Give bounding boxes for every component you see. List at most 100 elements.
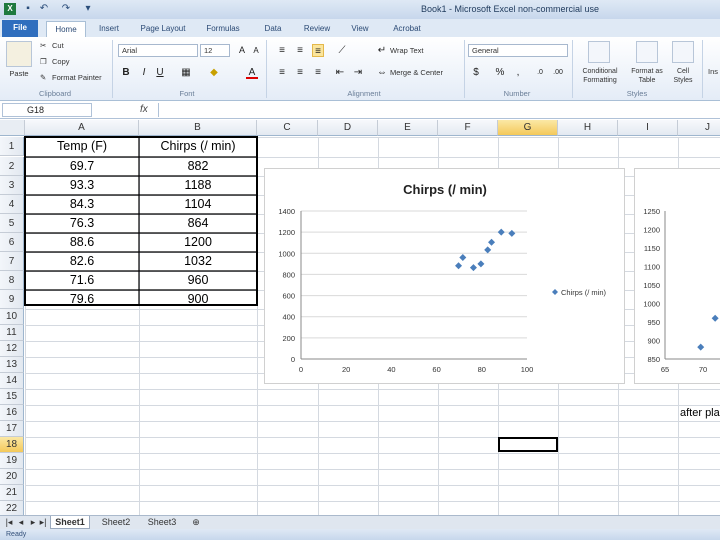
tab-formulas[interactable]: Formulas	[198, 21, 248, 37]
cell-styles-icon[interactable]	[672, 41, 694, 63]
sheet-tabs-bar: |◂ ◂ ▸ ▸| Sheet1 Sheet2 Sheet3 ⊕	[0, 515, 720, 529]
currency-icon[interactable]: $	[470, 66, 482, 79]
comma-style-icon[interactable]: ,	[512, 66, 524, 79]
sheet-tab-2[interactable]: Sheet2	[96, 516, 136, 529]
selected-cell[interactable]	[498, 437, 558, 452]
merge-center-icon[interactable]: ⇔	[376, 66, 388, 79]
insert-button[interactable]: Ins	[708, 67, 718, 76]
data-point	[711, 314, 719, 322]
shrink-font-icon[interactable]: A	[250, 44, 262, 57]
ribbon-separator	[572, 40, 573, 98]
align-left-icon[interactable]: ≡	[276, 66, 288, 79]
tab-insert[interactable]: Insert	[92, 21, 126, 37]
copy-button[interactable]: Copy	[52, 57, 70, 66]
borders-icon[interactable]: ▦	[180, 66, 192, 79]
y-tick-label: 0	[291, 355, 295, 364]
number-format-combo[interactable]: General	[468, 44, 568, 57]
format-as-table-icon[interactable]	[636, 41, 658, 63]
y-tick-label: 1000	[278, 249, 295, 258]
sheet-tab-1[interactable]: Sheet1	[50, 516, 90, 529]
x-tick-label: 100	[521, 365, 534, 374]
align-top-icon[interactable]: ≡	[276, 44, 288, 57]
formula-input[interactable]	[158, 103, 718, 117]
y-tick-label: 1400	[278, 207, 295, 216]
y-tick-label: 1200	[643, 226, 660, 235]
format-painter-icon[interactable]: ✎	[40, 73, 46, 82]
data-point	[459, 254, 467, 262]
align-middle-icon[interactable]: ≡	[294, 44, 306, 57]
first-sheet-icon[interactable]: |◂	[4, 516, 14, 529]
tab-acrobat[interactable]: Acrobat	[384, 21, 430, 37]
wrap-text-icon[interactable]: ↵	[376, 44, 388, 57]
data-point	[477, 260, 485, 268]
chirps-scatter-chart[interactable]: Chirps (/ min) 0 200 400 600 800 1000 1200 1400 0…	[264, 168, 625, 384]
tab-file[interactable]: File	[2, 20, 38, 37]
y-tick-label: 1150	[644, 244, 660, 253]
status-bar: Ready	[0, 529, 720, 540]
tab-page-layout[interactable]: Page Layout	[132, 21, 194, 37]
ribbon-separator	[702, 40, 703, 98]
align-center-icon[interactable]: ≡	[294, 66, 306, 79]
chart-title: Chirps (/ min)	[403, 182, 487, 197]
zoomed-scatter-chart[interactable]: 850 900 950 1000 1050 1100 1150 1200 1250 65 70	[634, 168, 720, 384]
conditional-formatting-icon[interactable]	[588, 41, 610, 63]
last-sheet-icon[interactable]: ▸|	[38, 516, 48, 529]
decrease-decimal-icon[interactable]: .00	[552, 66, 564, 79]
x-tick-label: 40	[387, 365, 395, 374]
font-size-combo[interactable]: 12	[200, 44, 230, 57]
name-box[interactable]: G18	[2, 103, 92, 117]
ribbon-tabs: File Home Insert Page Layout Formulas Da…	[0, 19, 720, 37]
font-group-label: Font	[179, 89, 195, 98]
paste-icon[interactable]	[6, 41, 32, 67]
orientation-icon[interactable]: ⟋	[336, 44, 348, 57]
align-right-icon[interactable]: ≡	[312, 66, 324, 79]
y-tick-label: 800	[282, 270, 295, 279]
x-tick-label: 20	[342, 365, 350, 374]
underline-icon[interactable]: U	[154, 66, 166, 79]
italic-icon[interactable]: I	[138, 66, 150, 79]
tab-data[interactable]: Data	[256, 21, 290, 37]
fill-color-icon[interactable]: ◆	[208, 66, 220, 79]
data-point	[552, 289, 558, 295]
font-color-icon[interactable]: A	[246, 66, 258, 79]
y-tick-label: 600	[282, 292, 295, 301]
format-as-table-button[interactable]: Format as Table	[628, 67, 666, 85]
y-tick-label: 1200	[278, 228, 295, 237]
x-tick-label: 65	[661, 365, 669, 374]
x-tick-label: 80	[478, 365, 486, 374]
y-tick-label: 1000	[643, 300, 660, 309]
next-sheet-icon[interactable]: ▸	[28, 516, 38, 529]
side-note-text: after pla	[680, 407, 720, 419]
sheet-tab-3[interactable]: Sheet3	[142, 516, 182, 529]
increase-decimal-icon[interactable]: .0	[534, 66, 546, 79]
worksheet-grid[interactable]: ABCDEFGHIJ 1 2 3 4 5 6 7 8 9 10 11 12 13 14 15 16 17 18 19…	[0, 120, 720, 533]
cut-button[interactable]: Cut	[52, 41, 64, 50]
cell-styles-button[interactable]: Cell Styles	[668, 67, 698, 85]
conditional-formatting-button[interactable]: Conditional Formatting	[574, 67, 626, 85]
decrease-indent-icon[interactable]: ⇤	[334, 66, 346, 79]
align-bottom-icon[interactable]: ≡	[312, 44, 324, 57]
cut-icon[interactable]: ✂	[40, 41, 46, 50]
percent-icon[interactable]: %	[494, 66, 506, 79]
data-point	[497, 228, 505, 236]
prev-sheet-icon[interactable]: ◂	[16, 516, 26, 529]
tab-home[interactable]: Home	[46, 21, 86, 37]
title-bar: X ▪ ↶ ↷ ▾ Book1 - Microsoft Excel non-co…	[0, 0, 720, 19]
insert-sheet-icon[interactable]: ⊕	[188, 516, 204, 529]
copy-icon[interactable]: ❐	[40, 57, 47, 66]
insert-function-icon[interactable]: fx	[140, 104, 148, 115]
grow-font-icon[interactable]: A	[236, 44, 248, 57]
alignment-group-label: Alignment	[347, 89, 381, 98]
data-point	[508, 229, 516, 237]
tab-view[interactable]: View	[344, 21, 376, 37]
y-tick-label: 400	[282, 313, 295, 322]
merge-center-button[interactable]: Merge & Center	[390, 68, 443, 77]
bold-icon[interactable]: B	[120, 66, 132, 79]
wrap-text-button[interactable]: Wrap Text	[390, 46, 424, 55]
format-painter-button[interactable]: Format Painter	[52, 73, 102, 82]
font-name-combo[interactable]: Arial	[118, 44, 198, 57]
styles-group-label: Styles	[626, 89, 648, 98]
increase-indent-icon[interactable]: ⇥	[352, 66, 364, 79]
tab-review[interactable]: Review	[296, 21, 338, 37]
paste-button[interactable]: Paste	[6, 69, 32, 78]
